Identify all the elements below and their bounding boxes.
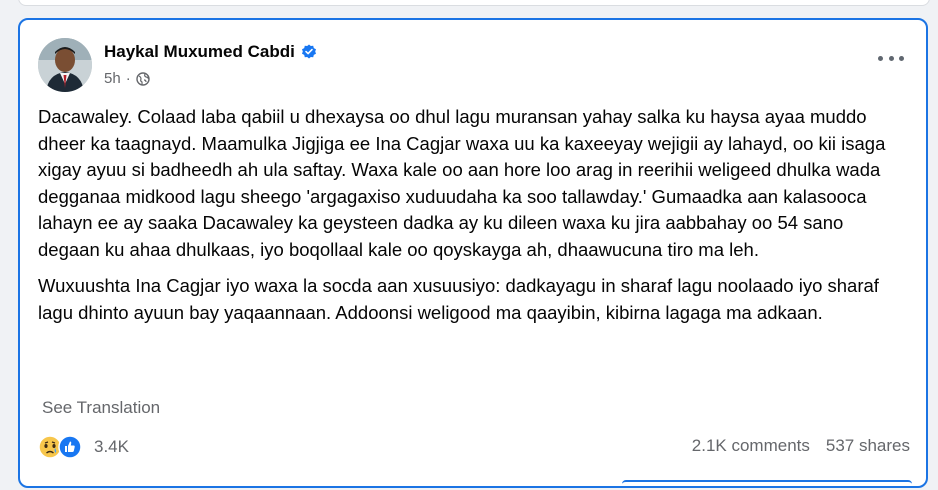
reaction-icons <box>38 435 88 459</box>
focus-bar <box>622 480 912 490</box>
author-name[interactable]: Haykal Muxumed Cabdi <box>104 42 317 62</box>
verified-badge-icon <box>301 44 316 59</box>
like-reaction-icon <box>58 435 82 459</box>
more-dot-icon <box>899 55 904 61</box>
more-dot-icon <box>878 55 883 61</box>
more-options-button[interactable] <box>878 52 904 64</box>
post-stats: 2.1K comments 537 shares <box>692 436 910 456</box>
post-paragraph: Dacawaley. Colaad laba qabiil u dhexaysa… <box>38 106 886 260</box>
post-body: Dacawaley. Colaad laba qabiil u dhexaysa… <box>38 104 898 336</box>
see-translation-link[interactable]: See Translation <box>42 398 160 418</box>
author-avatar[interactable] <box>38 38 92 92</box>
dot-separator: · <box>125 70 131 87</box>
post-card: Haykal Muxumed Cabdi 5h · Dacawaley. Col… <box>18 18 928 488</box>
reactions-summary[interactable]: 3.4K <box>38 435 129 459</box>
author-name-text[interactable]: Haykal Muxumed Cabdi <box>104 42 295 62</box>
globe-icon <box>135 71 150 86</box>
previous-post-card <box>18 0 930 6</box>
comments-count-link[interactable]: 2.1K comments <box>692 436 810 456</box>
shares-count-link[interactable]: 537 shares <box>826 436 910 456</box>
reactions-count: 3.4K <box>94 437 129 456</box>
more-dot-icon <box>888 55 894 61</box>
post-paragraph: Wuxuushta Ina Cagjar iyo waxa la socda a… <box>38 275 879 323</box>
post-meta: 5h · <box>104 70 150 87</box>
post-time[interactable]: 5h <box>104 70 121 87</box>
